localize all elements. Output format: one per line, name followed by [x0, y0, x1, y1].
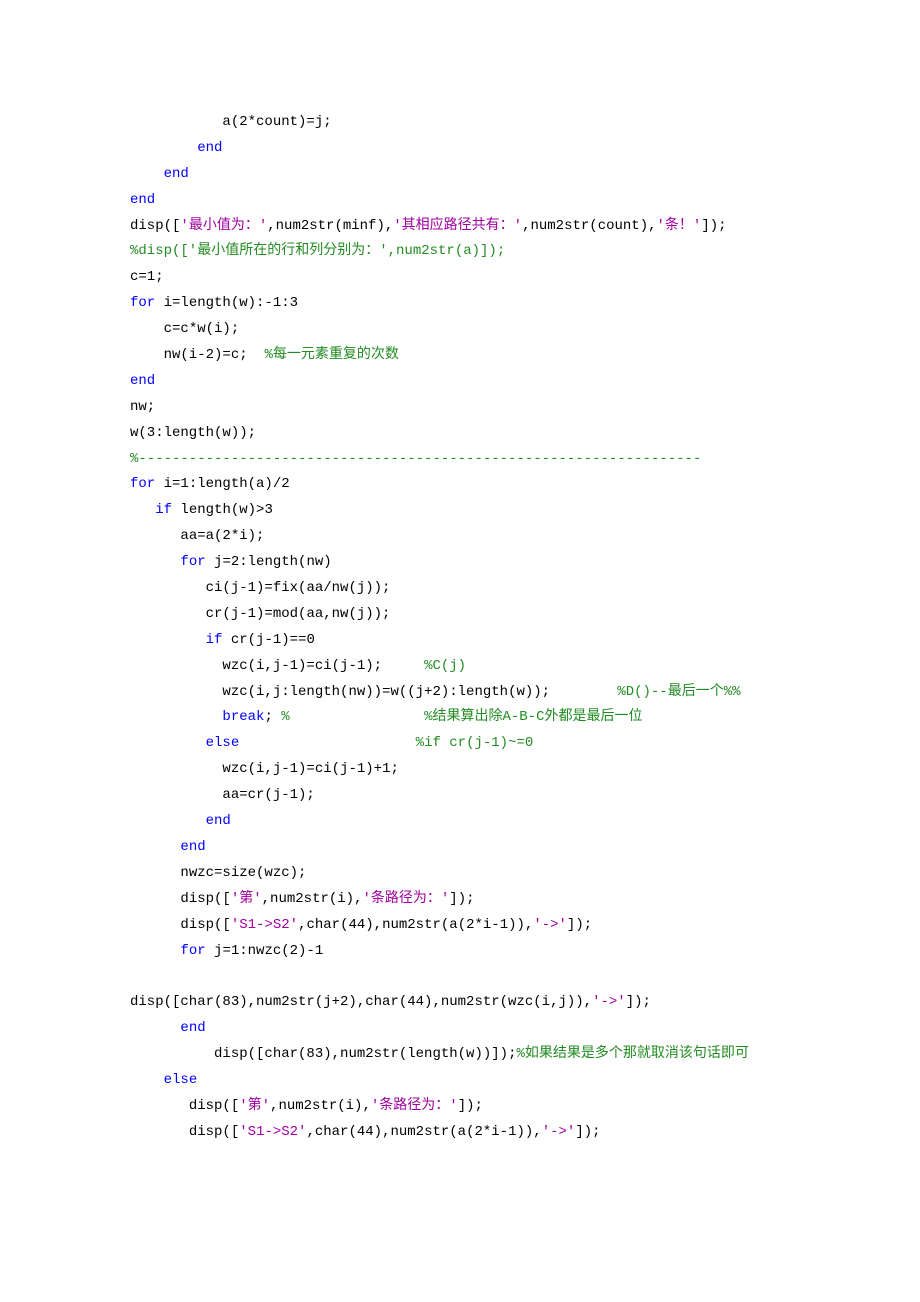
code-line: c=1; — [130, 269, 164, 285]
code-line — [130, 968, 138, 984]
code-text: i=length(w):-1:3 — [155, 295, 298, 311]
keyword-end: end — [130, 192, 155, 208]
code-block: a(2*count)=j; end end end disp(['最小值为：',… — [130, 110, 790, 1146]
code-text: disp([char(83),num2str(length(w))]); — [130, 1046, 516, 1062]
code-text: nw(i-2)=c; — [130, 347, 264, 363]
keyword-else: else — [206, 735, 240, 751]
comment: % %结果算出除A-B-C外都是最后一位 — [281, 709, 642, 725]
string-literal: '->' — [542, 1124, 576, 1140]
keyword-end: end — [180, 839, 205, 855]
keyword-for: for — [130, 476, 155, 492]
comment: %if cr(j-1)~=0 — [239, 735, 533, 751]
code-text: ,char(44),num2str(a(2*i-1)), — [306, 1124, 541, 1140]
code-line: aa=a(2*i); — [130, 528, 264, 544]
string-literal: '第' — [231, 891, 262, 907]
code-text — [130, 554, 180, 570]
code-line: nwzc=size(wzc); — [130, 865, 306, 881]
code-text: ,char(44),num2str(a(2*i-1)), — [298, 917, 533, 933]
keyword-for: for — [130, 295, 155, 311]
code-text: j=1:nwzc(2)-1 — [206, 943, 324, 959]
keyword-else: else — [164, 1072, 198, 1088]
keyword-end: end — [206, 813, 231, 829]
code-line: cr(j-1)=mod(aa,nw(j)); — [130, 606, 390, 622]
code-text: disp([ — [130, 218, 180, 234]
code-text: ]); — [449, 891, 474, 907]
keyword-break: break — [222, 709, 264, 725]
document-page: a(2*count)=j; end end end disp(['最小值为：',… — [0, 0, 920, 1226]
code-text: wzc(i,j-1)=ci(j-1); — [130, 658, 424, 674]
keyword-for: for — [180, 554, 205, 570]
code-line: a(2*count)=j; — [130, 114, 332, 130]
code-text: ]); — [701, 218, 726, 234]
comment: %如果结果是多个那就取消该句话即可 — [516, 1046, 748, 1062]
code-text: i=1:length(a)/2 — [155, 476, 289, 492]
code-text: ,num2str(i), — [262, 891, 363, 907]
string-literal: 'S1->S2' — [239, 1124, 306, 1140]
keyword-if: if — [206, 632, 223, 648]
keyword-if: if — [155, 502, 172, 518]
code-text: disp([ — [130, 1124, 239, 1140]
keyword-end: end — [130, 373, 155, 389]
code-text: ,num2str(count), — [522, 218, 656, 234]
code-line: nw; — [130, 399, 155, 415]
string-literal: '第' — [239, 1098, 270, 1114]
comment: %D()--最后一个%% — [617, 684, 740, 700]
code-line: wzc(i,j-1)=ci(j-1)+1; — [130, 761, 399, 777]
code-text: ]); — [626, 994, 651, 1010]
code-text — [130, 502, 155, 518]
code-text — [130, 632, 206, 648]
code-text: wzc(i,j:length(nw))=w((j+2):length(w)); — [130, 684, 617, 700]
comment: %每一元素重复的次数 — [264, 347, 398, 363]
code-text: disp([ — [130, 891, 231, 907]
code-text: cr(j-1)==0 — [222, 632, 314, 648]
comment: %C(j) — [424, 658, 466, 674]
code-text — [130, 839, 180, 855]
code-text: disp([char(83),num2str(j+2),char(44),num… — [130, 994, 592, 1010]
code-text — [130, 1020, 180, 1036]
code-line: c=c*w(i); — [130, 321, 239, 337]
code-text: ; — [264, 709, 281, 725]
string-literal: 'S1->S2' — [231, 917, 298, 933]
code-text — [130, 813, 206, 829]
comment: %disp(['最小值所在的行和列分别为：',num2str(a)]); — [130, 243, 505, 259]
code-text — [130, 1072, 164, 1088]
code-text: j=2:length(nw) — [206, 554, 332, 570]
code-text: length(w)>3 — [172, 502, 273, 518]
code-text — [130, 709, 222, 725]
string-literal: '->' — [592, 994, 626, 1010]
keyword-for: for — [180, 943, 205, 959]
code-text: ,num2str(minf), — [267, 218, 393, 234]
code-line: ci(j-1)=fix(aa/nw(j)); — [130, 580, 390, 596]
keyword-end: end — [180, 1020, 205, 1036]
code-line: aa=cr(j-1); — [130, 787, 315, 803]
string-literal: '条路径为：' — [362, 891, 449, 907]
code-text — [130, 735, 206, 751]
code-text: ,num2str(i), — [270, 1098, 371, 1114]
code-text: ]); — [575, 1124, 600, 1140]
string-literal: '->' — [533, 917, 567, 933]
code-text: ]); — [567, 917, 592, 933]
comment: %---------------------------------------… — [130, 451, 701, 467]
code-text: ]); — [458, 1098, 483, 1114]
string-literal: '条路径为：' — [371, 1098, 458, 1114]
string-literal: '最小值为：' — [180, 218, 267, 234]
code-text: disp([ — [130, 1098, 239, 1114]
code-text: disp([ — [130, 917, 231, 933]
string-literal: '条！' — [657, 218, 702, 234]
keyword-end: end — [130, 166, 189, 182]
keyword-end: end — [130, 140, 222, 156]
string-literal: '其相应路径共有：' — [393, 218, 522, 234]
code-text — [130, 943, 180, 959]
code-line: w(3:length(w)); — [130, 425, 256, 441]
